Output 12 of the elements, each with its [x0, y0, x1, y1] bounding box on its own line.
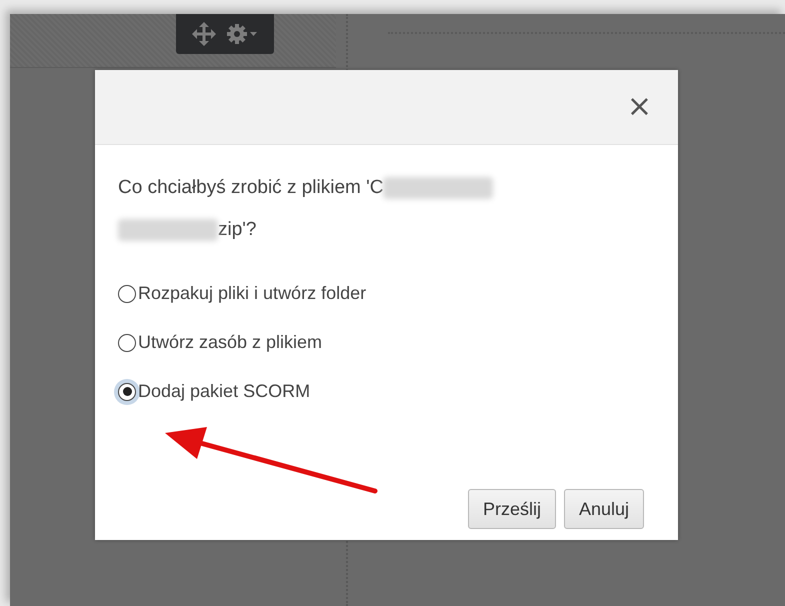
- option-label: Utwórz zasób z plikiem: [138, 332, 322, 353]
- radio-button[interactable]: [118, 334, 136, 352]
- option-label: Rozpakuj pliki i utwórz folder: [138, 283, 366, 304]
- question-text: zip'?: [218, 219, 256, 241]
- gear-icon[interactable]: [226, 23, 258, 45]
- radio-button[interactable]: [118, 284, 136, 302]
- option-label: Dodaj pakiet SCORM: [138, 381, 310, 402]
- move-icon[interactable]: [192, 22, 216, 46]
- cancel-button[interactable]: Anuluj: [564, 489, 644, 529]
- submit-button[interactable]: Prześlij: [468, 489, 556, 529]
- close-button[interactable]: ×: [622, 92, 656, 122]
- question-text: Co chciałbyś zrobić z plikiem 'C: [118, 177, 384, 199]
